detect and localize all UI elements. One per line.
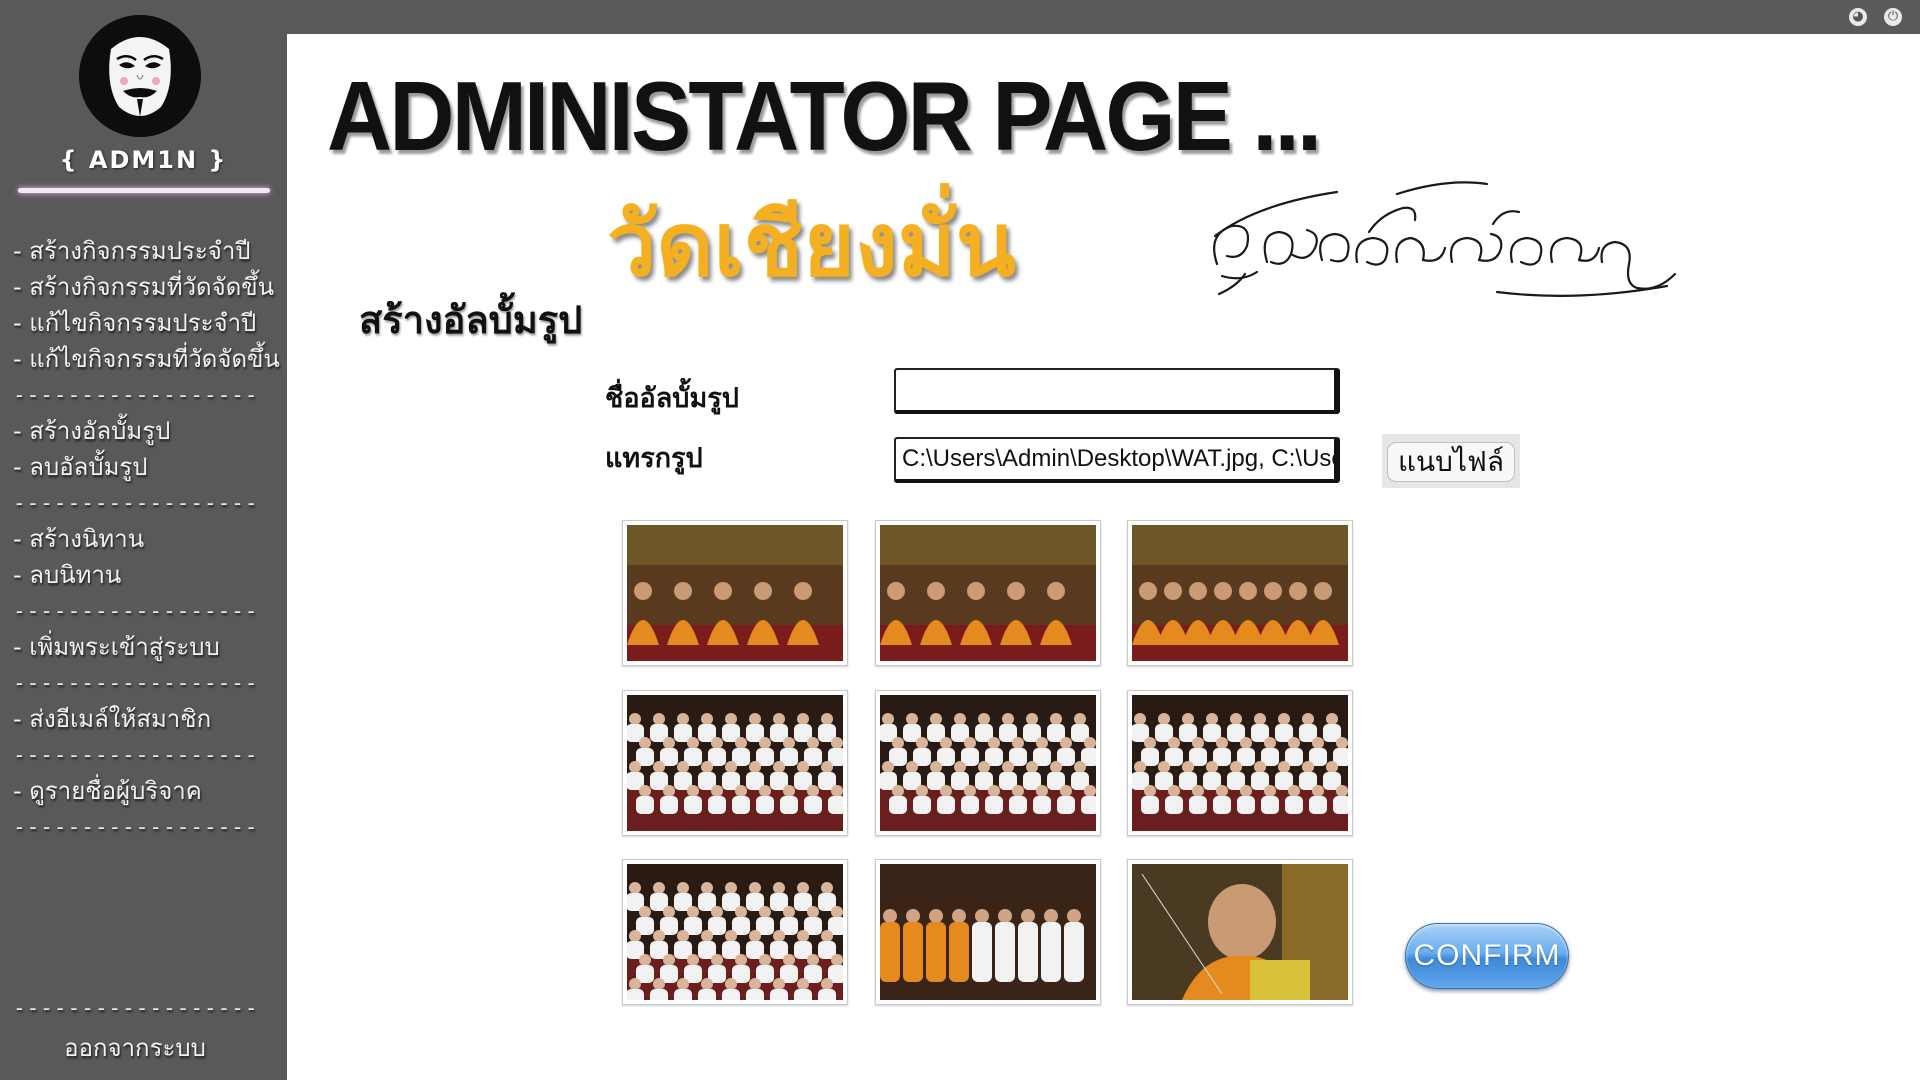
thumb-white-robed-crowd-3[interactable]: [1127, 690, 1353, 836]
sidebar-menu-item[interactable]: - ลบอัลบั้มรูป: [13, 449, 283, 485]
logout-link[interactable]: ออกจากระบบ: [0, 1028, 270, 1067]
thumbnail-photo: [627, 525, 843, 661]
lanna-script-calligraphy-logo: [1213, 181, 1677, 297]
sidebar-menu-item[interactable]: - สร้างอัลบั้มรูป: [13, 413, 283, 449]
menu-separator: ------------------: [13, 815, 259, 839]
admin-title-underline: [18, 188, 270, 193]
sidebar: { ADM1N } - สร้างกิจกรรมประจำปี - สร้างกิ…: [0, 0, 287, 1080]
confirm-button[interactable]: CONFIRM: [1405, 923, 1569, 989]
thumb-white-robed-crowd-2[interactable]: [875, 690, 1101, 836]
sidebar-menu-item[interactable]: - ส่งอีเมล์ให้สมาชิก: [13, 701, 283, 737]
thumb-monks-ceremony-1[interactable]: [622, 520, 848, 666]
thumbnail-photo: [880, 695, 1096, 831]
menu-separator: ------------------: [13, 671, 259, 695]
sidebar-menu-item[interactable]: - ดูรายชื่อผู้บริจาค: [13, 773, 283, 809]
menu-separator: ------------------: [13, 996, 259, 1020]
menu-separator: ------------------: [13, 383, 259, 407]
thumb-white-robed-crowd-1[interactable]: [622, 690, 848, 836]
globe-icon[interactable]: ◕: [1849, 8, 1867, 26]
menu-separator: ------------------: [13, 599, 259, 623]
sidebar-menu-item[interactable]: - สร้างกิจกรรมที่วัดจัดขึ้น: [13, 269, 283, 305]
temple-name-title: วัดเชียงมั่น: [607, 193, 1017, 296]
menu-separator: ------------------: [13, 491, 259, 515]
thumbnail-photo: [1132, 695, 1348, 831]
thumbnail-photo: [1132, 864, 1348, 1000]
thumbnail-photo: [1132, 525, 1348, 661]
thumb-monks-seated-rows[interactable]: [1127, 520, 1353, 666]
admin-title: { ADM1N }: [59, 146, 228, 174]
album-name-input[interactable]: [894, 368, 1340, 414]
sidebar-menu-item[interactable]: - แก้ไขกิจกรรมประจำปี: [13, 305, 283, 341]
thumb-monks-and-laypeople[interactable]: [875, 859, 1101, 1005]
admin-avatar-mask-icon: [79, 15, 201, 137]
thumbnail-photo: [627, 864, 843, 1000]
thumbnail-photo: [880, 525, 1096, 661]
insert-image-label: แทรกรูป: [605, 443, 703, 474]
thumb-white-robed-crowd-4[interactable]: [622, 859, 848, 1005]
thumb-senior-monk-portrait[interactable]: [1127, 859, 1353, 1005]
attach-file-button-label: แนบไฟล์: [1387, 442, 1515, 482]
page-title: ADMINISTATOR PAGE ...: [327, 61, 1322, 171]
sidebar-menu-item[interactable]: - แก้ไขกิจกรรมที่วัดจัดขึ้น: [13, 341, 283, 377]
sidebar-menu-item[interactable]: - เพิ่มพระเข้าสู่ระบบ: [13, 629, 283, 665]
main-panel: ADMINISTATOR PAGE ... วัดเชียงมั่น สร้าง…: [287, 34, 1920, 1080]
thumb-monks-ceremony-2[interactable]: [875, 520, 1101, 666]
top-bar: ◕ ⏻: [0, 0, 1920, 34]
menu-separator: ------------------: [13, 743, 259, 767]
sidebar-menu-item[interactable]: - สร้างกิจกรรมประจำปี: [13, 233, 283, 269]
sidebar-menu-item[interactable]: - ลบนิทาน: [13, 557, 283, 593]
thumbnail-photo: [880, 864, 1096, 1000]
photo-gallery: [622, 520, 1362, 1040]
section-title: สร้างอัลบั้มรูป: [359, 298, 583, 342]
file-path-field[interactable]: C:\Users\Admin\Desktop\WAT.jpg, C:\Users…: [894, 437, 1340, 483]
album-name-label: ชื่ออัลบั้มรูป: [605, 383, 739, 414]
sidebar-menu: - สร้างกิจกรรมประจำปี - สร้างกิจกรรมที่วั…: [13, 233, 283, 845]
attach-file-button[interactable]: แนบไฟล์: [1382, 434, 1520, 488]
sidebar-menu-item[interactable]: - สร้างนิทาน: [13, 521, 283, 557]
thumbnail-photo: [627, 695, 843, 831]
power-icon[interactable]: ⏻: [1884, 8, 1902, 26]
